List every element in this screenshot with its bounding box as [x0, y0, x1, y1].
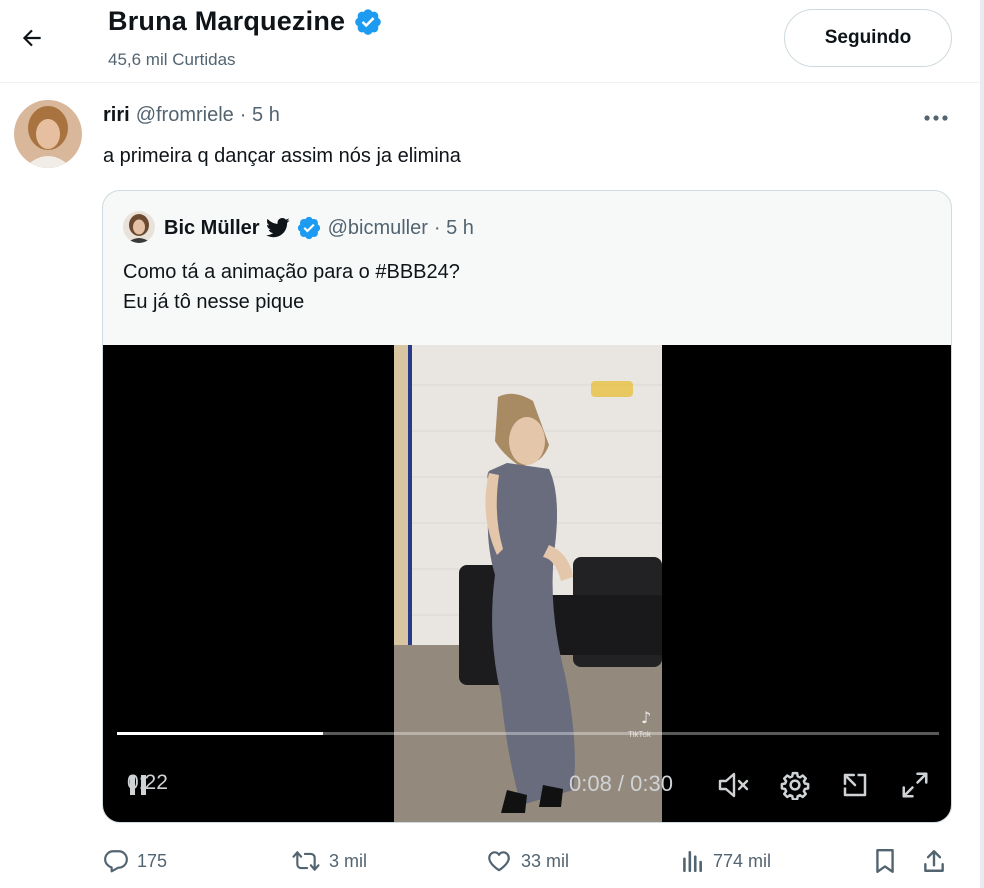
- verified-badge-icon: [355, 8, 382, 35]
- share-icon: [924, 850, 944, 872]
- video-progress-fill: [117, 732, 323, 735]
- author-name[interactable]: riri: [103, 104, 130, 127]
- like-count: 33 mil: [521, 850, 570, 871]
- video-time-elapsed: 0:08 / 0:30: [569, 771, 673, 796]
- mute-button[interactable]: [715, 768, 753, 802]
- views-button[interactable]: 774 mil: [679, 844, 771, 878]
- fullscreen-button[interactable]: [897, 768, 933, 802]
- quoted-tweet-time[interactable]: · 5 h: [434, 217, 474, 240]
- more-button[interactable]: [914, 104, 958, 132]
- bookmark-button[interactable]: [873, 844, 897, 878]
- following-button[interactable]: Seguindo: [784, 9, 952, 67]
- pip-button[interactable]: [837, 768, 873, 802]
- profile-name: Bruna Marquezine: [108, 6, 346, 36]
- share-button[interactable]: [921, 844, 947, 878]
- settings-button[interactable]: [777, 768, 813, 802]
- profile-likes-count: 45,6 mil Curtidas: [108, 50, 236, 69]
- video-progress-bar[interactable]: [117, 732, 939, 735]
- more-icon: [924, 115, 948, 121]
- quoted-author-name[interactable]: Bic Müller: [164, 217, 260, 240]
- video-frame: ♪ TikTok: [394, 345, 662, 822]
- fullscreen-icon: [902, 772, 928, 798]
- quoted-text-line-2: Eu já tô nesse pique: [123, 291, 305, 313]
- quoted-avatar[interactable]: [123, 211, 155, 243]
- video-time-remaining: 0:22: [127, 771, 168, 794]
- tweet-author-row: riri @fromriele · 5 h: [103, 104, 280, 127]
- reply-button[interactable]: 175: [103, 844, 167, 878]
- header-title-row: Bruna Marquezine: [108, 6, 383, 37]
- svg-text:♪: ♪: [641, 708, 651, 727]
- scrollbar-track[interactable]: [980, 0, 984, 888]
- twitter-bird-icon: [265, 218, 290, 238]
- like-button[interactable]: 33 mil: [485, 844, 569, 878]
- avatar[interactable]: [14, 100, 82, 168]
- picture-in-picture-icon: [843, 773, 867, 797]
- views-count: 774 mil: [713, 850, 772, 871]
- verified-badge-icon: [297, 216, 320, 240]
- gear-icon: [780, 771, 810, 800]
- quoted-tweet[interactable]: Bic Müller @bicmuller · 5 h Como tá a an…: [102, 190, 952, 823]
- retweet-button[interactable]: 3 mil: [291, 844, 367, 878]
- views-chart-icon: [683, 851, 702, 873]
- retweet-count: 3 mil: [329, 850, 368, 871]
- quoted-text-line-1: Como tá a animação para o #BBB24?: [123, 261, 460, 283]
- video-player[interactable]: ♪ TikTok 0:22 0:08 / 0:30: [103, 345, 951, 822]
- tweet-text: a primeira q dançar assim nós ja elimina: [103, 145, 461, 167]
- reply-count: 175: [137, 850, 168, 871]
- tweet-actions: 175 3 mil 33 mil 774 mil: [103, 844, 953, 880]
- muted-speaker-icon: [718, 772, 749, 798]
- bookmark-icon: [876, 848, 894, 874]
- tweet-time[interactable]: · 5 h: [240, 104, 280, 127]
- quoted-author-handle[interactable]: @bicmuller: [328, 217, 428, 240]
- reply-icon: [104, 850, 128, 873]
- quoted-tweet-text: Como tá a animação para o #BBB24? Eu já …: [123, 257, 460, 317]
- heart-icon: [488, 851, 510, 872]
- retweet-icon: [292, 851, 320, 871]
- header-divider: [0, 82, 984, 83]
- author-handle[interactable]: @fromriele: [136, 104, 234, 127]
- quoted-author-row: Bic Müller @bicmuller · 5 h: [164, 215, 474, 241]
- profile-header: Bruna Marquezine 45,6 mil Curtidas Segui…: [0, 0, 984, 82]
- back-button[interactable]: [14, 20, 50, 56]
- back-arrow-icon: [22, 29, 41, 47]
